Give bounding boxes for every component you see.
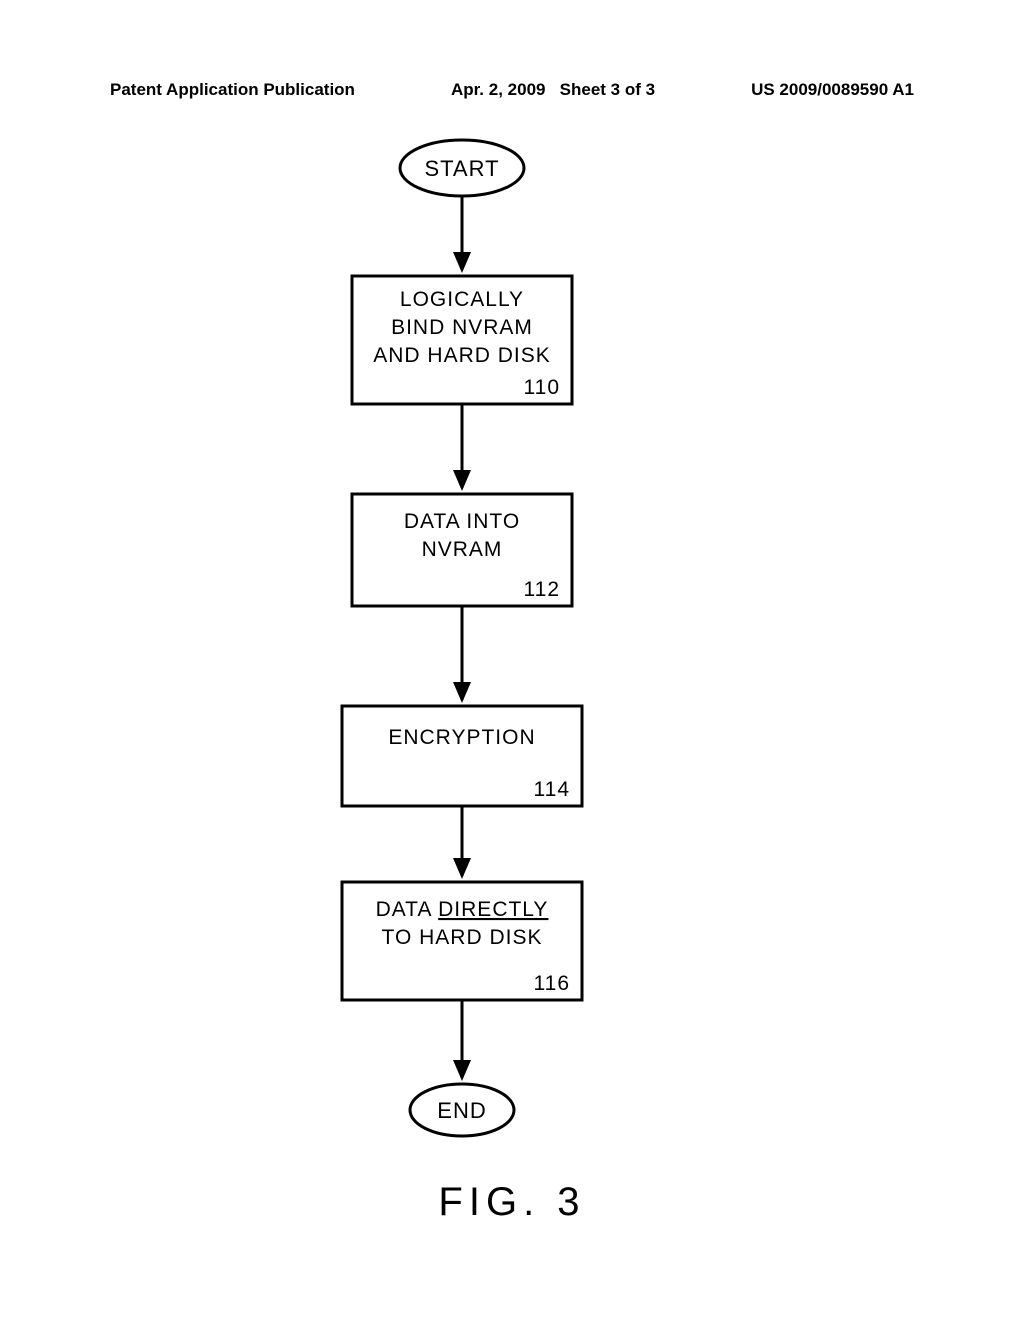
box-data-into-nvram: DATA INTO NVRAM 112 [352,494,572,606]
figure-caption: FIG. 3 [0,1180,1024,1225]
header-date: Apr. 2, 2009 [451,80,546,99]
header-right: US 2009/0089590 A1 [751,80,914,100]
header-center: Apr. 2, 2009 Sheet 3 of 3 [451,80,655,100]
flowchart: START LOGICALLY BIND NVRAM AND HARD DISK… [0,120,1024,1170]
box3-line1: ENCRYPTION [388,726,535,749]
box1-num: 110 [524,376,560,399]
box-encryption: ENCRYPTION 114 [342,706,582,806]
box1-line2: BIND NVRAM [391,316,533,339]
box4-line1a: DATA [376,898,439,921]
box3-num: 114 [534,778,570,801]
end-label: END [437,1098,486,1123]
box-data-directly-to-harddisk: DATA DIRECTLY TO HARD DISK 116 [342,882,582,1000]
start-label: START [424,156,499,181]
box2-line2: NVRAM [422,538,503,561]
header-sheet: Sheet 3 of 3 [560,80,655,99]
box4-line1b: DIRECTLY [438,898,548,921]
box-bind-nvram-harddisk: LOGICALLY BIND NVRAM AND HARD DISK 110 [352,276,572,404]
box2-line1: DATA INTO [404,510,520,533]
box1-line3: AND HARD DISK [373,344,551,367]
box2-num: 112 [524,578,560,601]
box1-line1: LOGICALLY [400,288,524,311]
box4-line2: TO HARD DISK [382,926,543,949]
page-header: Patent Application Publication Apr. 2, 2… [110,80,914,100]
start-node: START [400,140,524,196]
header-left: Patent Application Publication [110,80,355,100]
box4-num: 116 [534,972,570,995]
page: Patent Application Publication Apr. 2, 2… [0,0,1024,1320]
box4-line1: DATA DIRECTLY [376,898,549,921]
end-node: END [410,1084,514,1136]
